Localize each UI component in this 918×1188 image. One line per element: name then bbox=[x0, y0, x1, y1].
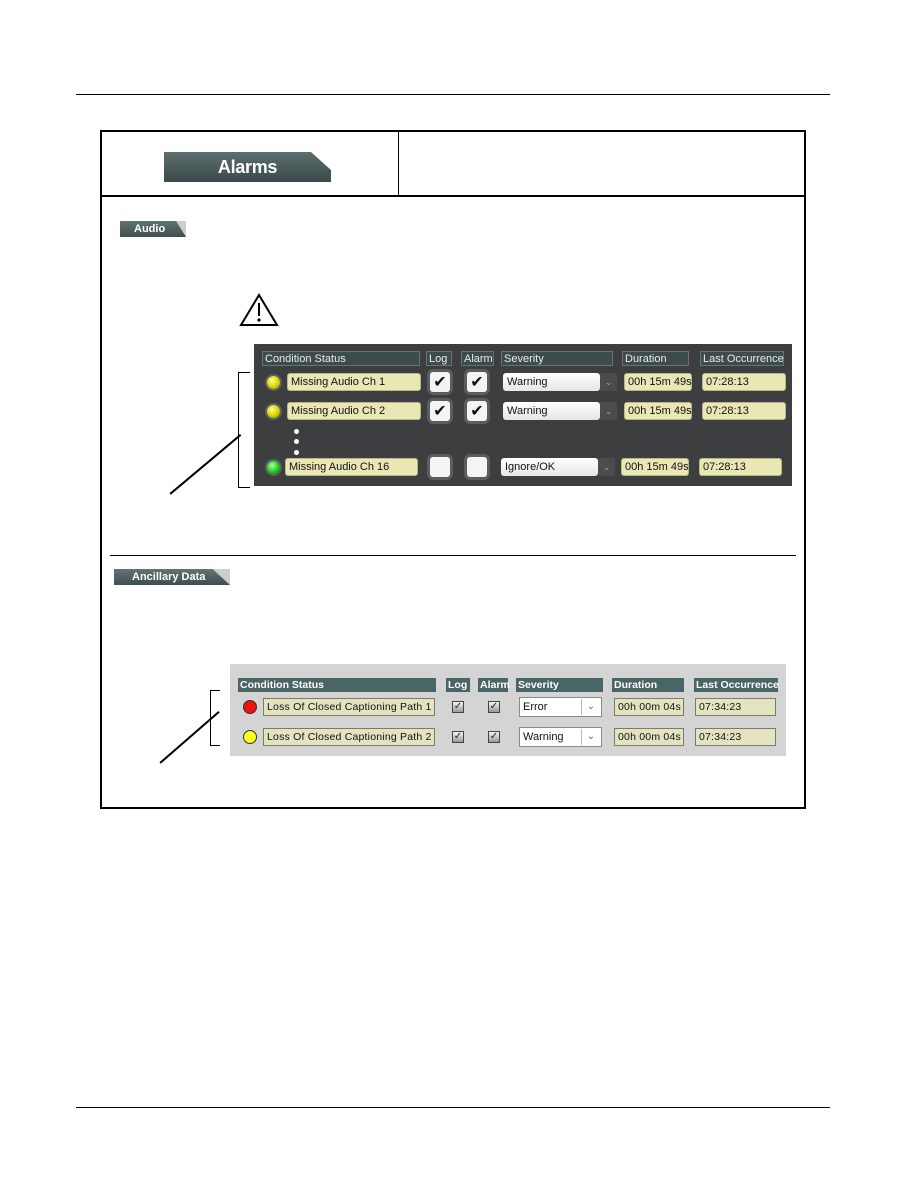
severity-dropdown[interactable]: Ignore/OK bbox=[501, 458, 598, 476]
status-led-red-icon bbox=[243, 700, 257, 714]
severity-dropdown[interactable]: Warning bbox=[503, 402, 600, 420]
alarms-tab-label: Alarms bbox=[217, 156, 278, 177]
top-rule bbox=[76, 94, 830, 95]
bottom-rule bbox=[76, 1107, 830, 1108]
chevron-down-icon[interactable]: ⌄ bbox=[581, 729, 600, 745]
last-occurrence-header: Last Occurrence bbox=[694, 678, 779, 692]
condition-field: Missing Audio Ch 2 bbox=[287, 402, 421, 420]
duration-field: 00h 15m 49s bbox=[621, 458, 689, 476]
alarm-checkbox[interactable]: ✔ bbox=[467, 401, 487, 421]
condition-field: Loss Of Closed Captioning Path 2 bbox=[263, 728, 435, 746]
severity-dropdown[interactable]: Error ⌄ bbox=[519, 697, 602, 717]
alarm-checkbox[interactable]: ✔ bbox=[467, 372, 487, 392]
duration-header: Duration bbox=[622, 351, 689, 366]
log-checkbox[interactable]: ✓ bbox=[452, 701, 464, 713]
status-led-yellow-icon bbox=[267, 405, 280, 418]
condition-field: Loss Of Closed Captioning Path 1 bbox=[263, 698, 435, 716]
severity-header: Severity bbox=[501, 351, 613, 366]
audio-rows-bracket bbox=[238, 372, 250, 488]
severity-value: Warning bbox=[523, 731, 564, 743]
status-led-yellow-icon bbox=[243, 730, 257, 744]
last-occurrence-field: 07:34:23 bbox=[695, 698, 776, 716]
last-occurrence-field: 07:28:13 bbox=[702, 373, 786, 391]
duration-field: 00h 00m 04s bbox=[614, 698, 684, 716]
log-header: Log bbox=[426, 351, 452, 366]
audio-alarm-panel: Condition Status Log Alarm Severity Duration… bbox=[254, 344, 792, 486]
condition-status-header: Condition Status bbox=[238, 678, 436, 692]
chevron-down-icon[interactable]: ⌄ bbox=[598, 458, 615, 476]
log-checkbox[interactable]: ✔ bbox=[430, 401, 450, 421]
warning-triangle-icon bbox=[239, 293, 279, 326]
ancillary-alarm-panel: Condition Status Log Alarm Severity Duration… bbox=[230, 664, 786, 756]
alarm-checkbox[interactable]: ✓ bbox=[488, 701, 500, 713]
duration-field: 00h 00m 04s bbox=[614, 728, 684, 746]
log-checkbox[interactable]: ✓ bbox=[452, 731, 464, 743]
audio-tab[interactable]: Audio bbox=[120, 221, 186, 237]
last-occurrence-field: 07:28:13 bbox=[699, 458, 782, 476]
header-row: Alarms bbox=[102, 132, 804, 197]
chevron-down-icon[interactable]: ⌄ bbox=[581, 699, 600, 715]
status-led-yellow-icon bbox=[267, 376, 280, 389]
section-separator bbox=[110, 555, 796, 556]
alarm-header: Alarm bbox=[478, 678, 510, 692]
last-occurrence-field: 07:28:13 bbox=[702, 402, 786, 420]
severity-dropdown[interactable]: Warning ⌄ bbox=[519, 727, 602, 747]
severity-value: Error bbox=[523, 701, 548, 713]
duration-field: 00h 15m 49s bbox=[624, 402, 692, 420]
audio-tab-label: Audio bbox=[134, 223, 166, 235]
continuation-dot-icon bbox=[294, 450, 299, 455]
condition-field: Missing Audio Ch 16 bbox=[285, 458, 418, 476]
condition-status-header: Condition Status bbox=[262, 351, 420, 366]
duration-header: Duration bbox=[612, 678, 684, 692]
continuation-dot-icon bbox=[294, 429, 299, 434]
ancillary-data-tab[interactable]: Ancillary Data bbox=[114, 569, 230, 585]
ancillary-tab-label: Ancillary Data bbox=[132, 571, 206, 583]
alarm-checkbox[interactable]: ✓ bbox=[488, 731, 500, 743]
severity-dropdown[interactable]: Warning bbox=[503, 373, 600, 391]
audio-callout-line bbox=[169, 434, 241, 495]
header-divider bbox=[398, 132, 399, 195]
alarm-checkbox[interactable] bbox=[467, 457, 487, 477]
log-checkbox[interactable]: ✔ bbox=[430, 372, 450, 392]
alarm-header: Alarm bbox=[461, 351, 494, 366]
status-led-green-icon bbox=[267, 461, 280, 474]
log-header: Log bbox=[446, 678, 470, 692]
severity-header: Severity bbox=[516, 678, 603, 692]
duration-field: 00h 15m 49s bbox=[624, 373, 692, 391]
chevron-down-icon[interactable]: ⌄ bbox=[600, 373, 617, 391]
alarms-tab[interactable]: Alarms bbox=[164, 152, 331, 182]
condition-field: Missing Audio Ch 1 bbox=[287, 373, 421, 391]
log-checkbox[interactable] bbox=[430, 457, 450, 477]
alarms-table-frame: Alarms Audio Condition Status Log Alarm Sev… bbox=[100, 130, 806, 809]
continuation-dot-icon bbox=[294, 439, 299, 444]
last-occurrence-field: 07:34:23 bbox=[695, 728, 776, 746]
last-occurrence-header: Last Occurrence bbox=[700, 351, 784, 366]
chevron-down-icon[interactable]: ⌄ bbox=[600, 402, 617, 420]
